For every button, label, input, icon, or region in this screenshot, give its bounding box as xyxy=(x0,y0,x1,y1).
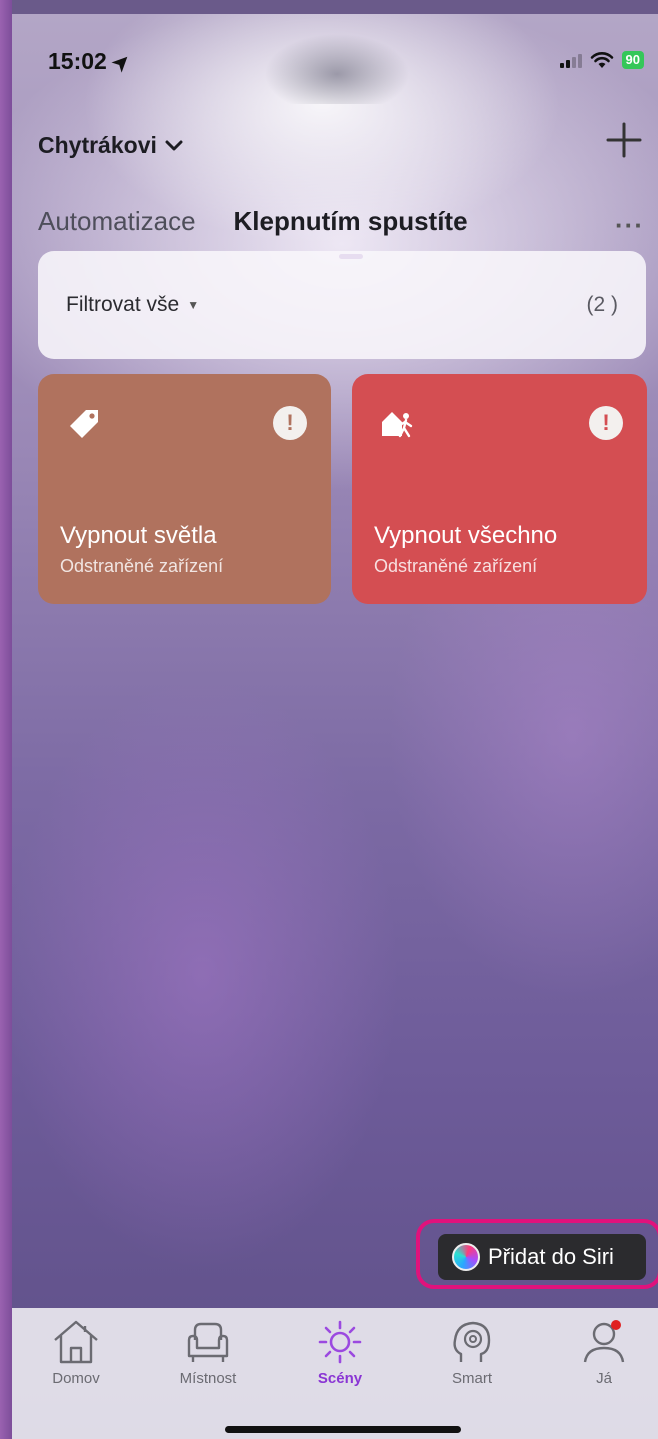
tab-sceny[interactable]: Scény xyxy=(290,1318,390,1387)
location-arrow-icon: ➤ xyxy=(107,49,136,77)
tab-ja[interactable]: Já xyxy=(554,1318,654,1387)
battery-indicator: 90 xyxy=(621,51,644,69)
status-time-text: 15:02 xyxy=(48,48,107,74)
status-indicators: 90 xyxy=(559,51,644,69)
tab-label: Scény xyxy=(317,1370,363,1387)
tab-bar: Domov Místnost Scény Smart Já xyxy=(12,1308,658,1439)
warning-icon: ! xyxy=(273,406,307,440)
status-time: 15:02➤ xyxy=(48,48,135,77)
scene-card[interactable]: ! Vypnout všechno Odstraněné zařízení xyxy=(352,374,647,604)
home-indicator[interactable] xyxy=(225,1426,461,1433)
tab-klepnutim-spustite[interactable]: Klepnutím spustíte xyxy=(234,206,468,259)
siri-icon xyxy=(452,1243,480,1271)
tag-icon xyxy=(70,410,98,438)
wifi-icon xyxy=(590,52,613,68)
tab-smart[interactable]: Smart xyxy=(422,1318,522,1387)
leave-home-icon xyxy=(382,412,413,438)
tab-label: Já xyxy=(596,1370,612,1387)
background-lamp xyxy=(252,14,422,104)
scene-tabs: Automatizace Klepnutím spustíte xyxy=(38,206,468,259)
scene-name: Vypnout světla xyxy=(60,522,217,549)
tab-label: Domov xyxy=(52,1370,100,1387)
scene-subtitle: Odstraněné zařízení xyxy=(374,556,538,576)
sun-icon xyxy=(318,1320,362,1364)
home-icon xyxy=(54,1320,98,1364)
filter-label: Filtrovat vše xyxy=(66,293,180,316)
scene-name: Vypnout všechno xyxy=(374,522,558,549)
tab-label: Smart xyxy=(451,1370,492,1387)
home-selector[interactable]: Chytrákovi xyxy=(38,132,183,159)
add-to-siri-label: Přidat do Siri xyxy=(488,1244,614,1269)
plus-icon[interactable] xyxy=(604,120,644,160)
filter-bar: Filtrovat vše ▼ (2 ) xyxy=(38,251,646,359)
ellipsis-icon[interactable]: ··· xyxy=(615,210,644,241)
scene-card[interactable]: ! Vypnout světla Odstraněné zařízení xyxy=(38,374,331,604)
person-icon xyxy=(583,1320,625,1363)
scene-subtitle: Odstraněné zařízení xyxy=(60,556,224,576)
armchair-icon xyxy=(187,1322,229,1362)
brain-icon xyxy=(453,1321,491,1362)
caret-down-icon: ▼ xyxy=(187,298,200,312)
tab-mistnost[interactable]: Místnost xyxy=(158,1318,258,1387)
screen: 15:02➤ 90 Chytrákovi Automatizace Klepnu… xyxy=(12,14,658,1439)
home-name: Chytrákovi xyxy=(38,132,157,158)
tab-automatizace[interactable]: Automatizace xyxy=(38,206,196,237)
tab-domov[interactable]: Domov xyxy=(26,1318,126,1387)
add-to-siri-button[interactable]: Přidat do Siri xyxy=(438,1234,646,1280)
tab-label: Místnost xyxy=(179,1370,237,1387)
scene-count: (2 ) xyxy=(586,293,619,316)
filter-dropdown[interactable]: Filtrovat vše ▼ xyxy=(66,293,199,317)
warning-icon: ! xyxy=(589,406,623,440)
cellular-signal-icon xyxy=(559,52,582,68)
chevron-down-icon xyxy=(165,140,183,150)
